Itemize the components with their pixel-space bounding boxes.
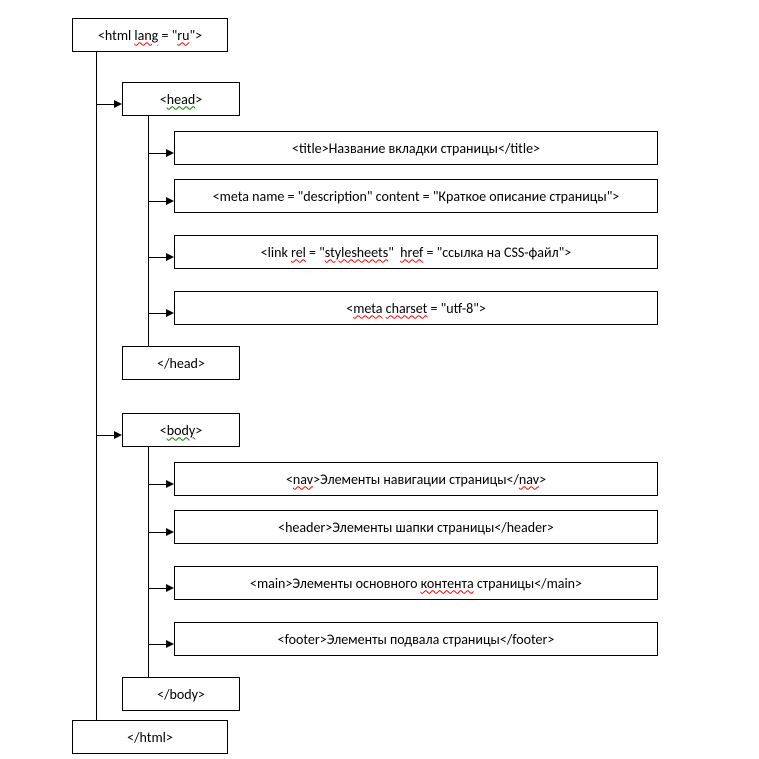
footer-text: <footer>Элементы подвала страницы</foote… <box>278 631 555 648</box>
html-open-box: <html lang = "ru"> <box>72 18 228 52</box>
html-close-box: </html> <box>72 720 228 754</box>
arrow-body-header <box>148 528 174 536</box>
title-box: <title>Название вкладки страницы</title> <box>174 131 658 165</box>
header-text: <header>Элементы шапки страницы</header> <box>278 519 554 536</box>
arrow-body-main <box>148 584 174 592</box>
arrow-body-footer <box>148 640 174 648</box>
body-close-text: </body> <box>157 686 205 703</box>
main-box: <main>Элементы основного контента страни… <box>174 566 658 600</box>
body-open-box: <body> <box>122 413 240 447</box>
meta-desc-text: <meta name = "description" content = "Кр… <box>213 188 620 205</box>
arrow-head-charset <box>148 309 174 317</box>
meta-charset-box: <meta charset = "utf-8"> <box>174 291 658 325</box>
vline-main <box>96 52 97 720</box>
arrow-head-title <box>148 149 174 157</box>
header-box: <header>Элементы шапки страницы</header> <box>174 510 658 544</box>
arrow-to-body <box>96 431 122 439</box>
nav-box: <nav>Элементы навигации страницы</nav> <box>174 462 658 496</box>
arrow-head-link <box>148 253 174 261</box>
arrow-to-head <box>96 100 122 108</box>
meta-desc-box: <meta name = "description" content = "Кр… <box>174 179 658 213</box>
arrow-body-nav <box>148 480 174 488</box>
title-text: <title>Название вкладки страницы</title> <box>292 140 540 157</box>
arrow-head-meta-desc <box>148 197 174 205</box>
head-close-box: </head> <box>122 346 240 380</box>
html-close-text: </html> <box>127 729 173 746</box>
body-close-box: </body> <box>122 677 240 711</box>
footer-box: <footer>Элементы подвала страницы</foote… <box>174 622 658 656</box>
head-open-box: <head> <box>122 82 240 116</box>
link-box: <link rel = "stylesheets" href = "ссылка… <box>174 235 658 269</box>
head-close-text: </head> <box>157 355 205 372</box>
